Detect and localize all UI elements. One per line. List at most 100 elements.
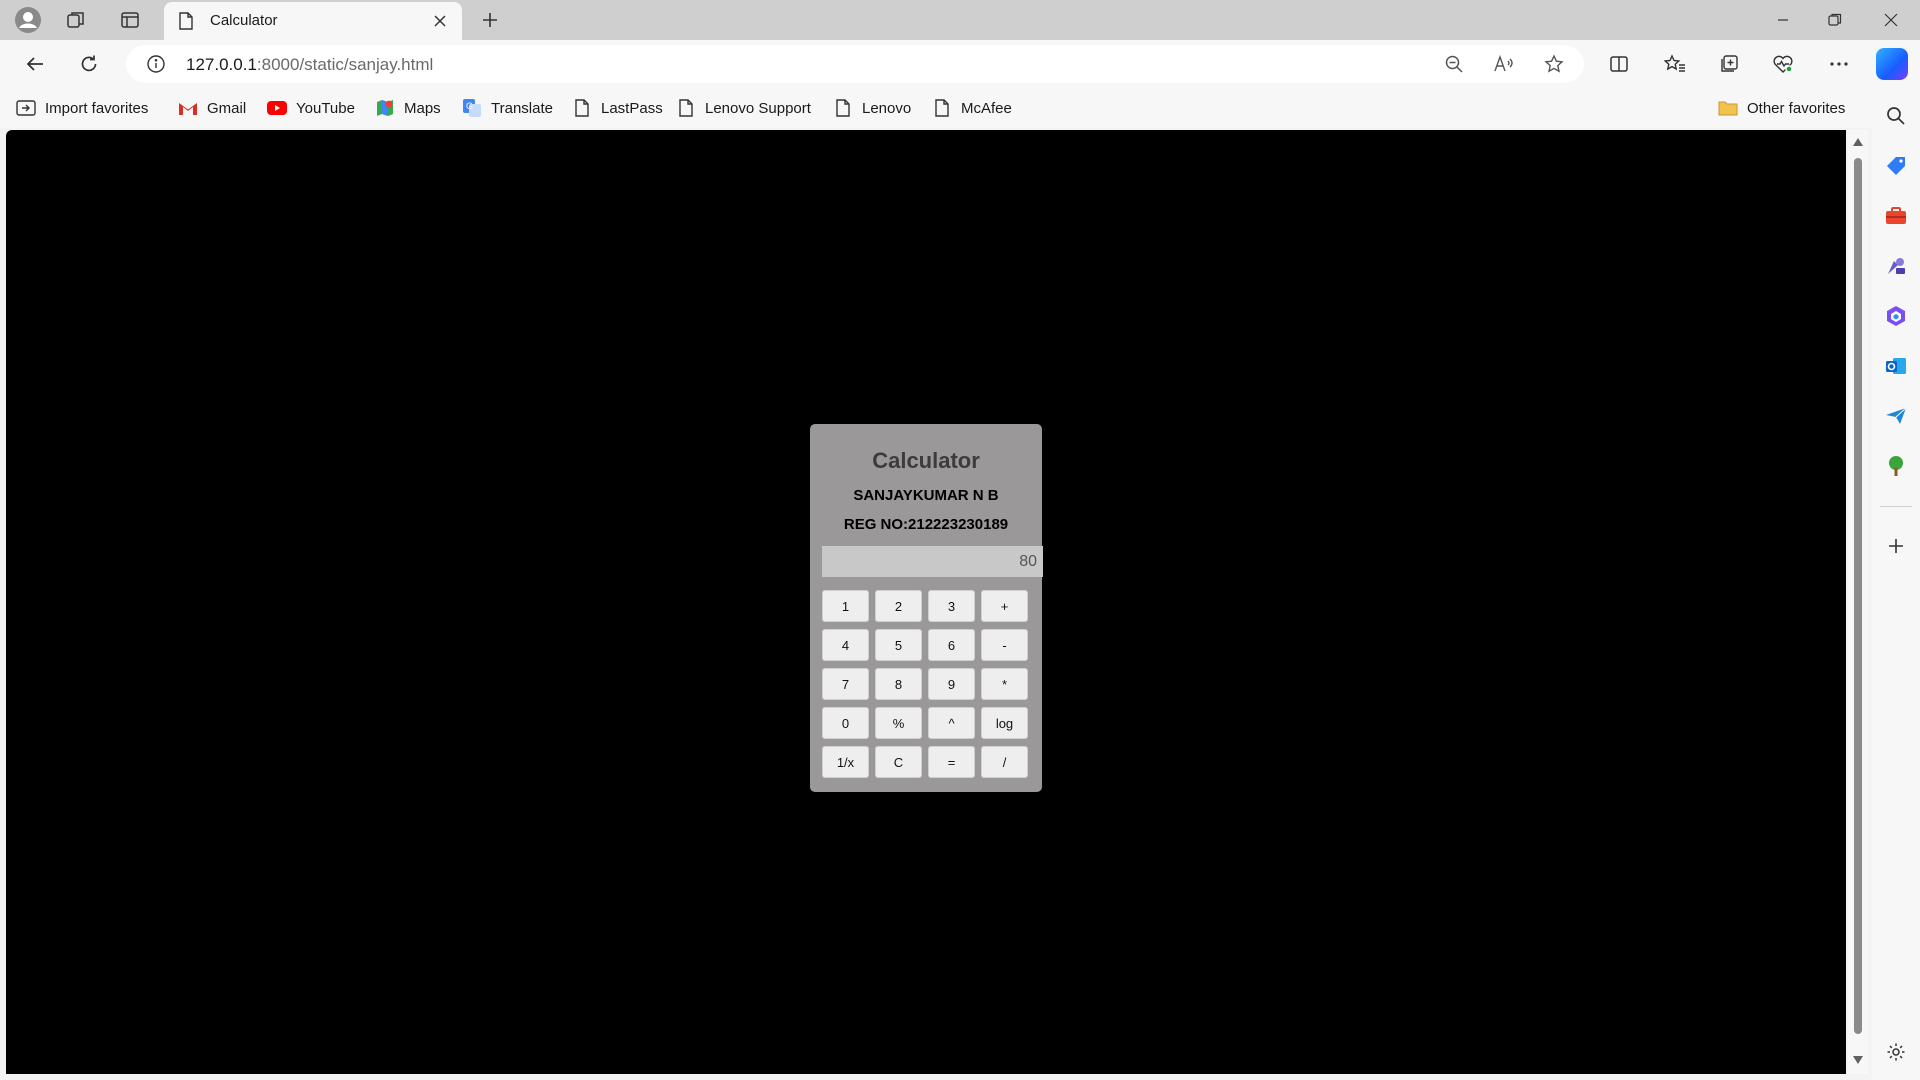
key-log[interactable]: log xyxy=(981,707,1028,739)
vertical-tabs-icon[interactable] xyxy=(114,4,146,36)
key-percent[interactable]: % xyxy=(875,707,922,739)
favorite-label: Maps xyxy=(404,99,441,117)
favorite-maps[interactable]: Maps xyxy=(375,96,441,120)
page-icon xyxy=(932,98,952,118)
calculator-title: Calculator xyxy=(872,448,980,473)
key-power[interactable]: ^ xyxy=(928,707,975,739)
scroll-down-arrow-icon[interactable] xyxy=(1853,1056,1863,1064)
outlook-icon[interactable] xyxy=(1882,352,1910,380)
settings-gear-icon[interactable] xyxy=(1882,1038,1910,1066)
add-icon[interactable] xyxy=(1882,532,1910,560)
zoom-out-icon[interactable] xyxy=(1438,49,1470,79)
restore-button[interactable] xyxy=(1806,0,1864,40)
key-add[interactable]: + xyxy=(981,590,1028,622)
key-0[interactable]: 0 xyxy=(822,707,869,739)
favorite-label: LastPass xyxy=(601,99,663,117)
key-8[interactable]: 8 xyxy=(875,668,922,700)
favorite-label: Translate xyxy=(491,99,553,117)
key-9[interactable]: 9 xyxy=(928,668,975,700)
folder-icon xyxy=(1718,98,1738,118)
profile-icon[interactable] xyxy=(12,4,44,36)
site-info-icon[interactable] xyxy=(146,54,166,79)
key-clear[interactable]: C xyxy=(875,746,922,778)
title-bar: Calculator xyxy=(0,0,1920,40)
favorite-label: Lenovo Support xyxy=(705,99,811,117)
favorite-star-icon[interactable] xyxy=(1538,49,1570,79)
translate-icon: G xyxy=(462,98,482,118)
active-tab[interactable]: Calculator xyxy=(164,2,462,40)
scroll-up-arrow-icon[interactable] xyxy=(1853,138,1863,146)
favorite-label: YouTube xyxy=(296,99,355,117)
key-5[interactable]: 5 xyxy=(875,629,922,661)
tools-icon[interactable] xyxy=(1882,202,1910,230)
copilot-icon[interactable] xyxy=(1876,48,1908,80)
key-3[interactable]: 3 xyxy=(928,590,975,622)
calculator: Calculator SANJAYKUMAR N B REG NO:212223… xyxy=(810,424,1043,792)
page-icon xyxy=(178,12,194,35)
edge-sidebar xyxy=(1872,88,1920,1080)
favorite-lenovo[interactable]: Lenovo xyxy=(833,96,911,120)
tree-icon[interactable] xyxy=(1882,452,1910,480)
address-bar[interactable]: 127.0.0.1:8000/static/sanjay.html xyxy=(126,45,1584,83)
read-aloud-icon[interactable] xyxy=(1488,49,1520,79)
refresh-button[interactable] xyxy=(72,48,106,80)
favorite-gmail[interactable]: Gmail xyxy=(178,96,246,120)
student-name: SANJAYKUMAR N B xyxy=(853,487,999,504)
key-2[interactable]: 2 xyxy=(875,590,922,622)
key-6[interactable]: 6 xyxy=(928,629,975,661)
key-7[interactable]: 7 xyxy=(822,668,869,700)
new-tab-button[interactable] xyxy=(474,4,506,36)
maps-icon xyxy=(375,98,395,118)
close-window-button[interactable] xyxy=(1862,0,1920,40)
search-icon[interactable] xyxy=(1882,102,1910,130)
other-favorites[interactable]: Other favorites xyxy=(1718,96,1845,120)
microsoft-365-icon[interactable] xyxy=(1882,302,1910,330)
navigation-bar: 127.0.0.1:8000/static/sanjay.html xyxy=(0,40,1920,88)
registration-number: REG NO:212223230189 xyxy=(843,516,1009,533)
favorites-icon[interactable] xyxy=(1658,48,1692,80)
url-path: :8000/static/sanjay.html xyxy=(256,55,434,74)
send-icon[interactable] xyxy=(1882,402,1910,430)
svg-text:G: G xyxy=(466,101,473,111)
favorite-mcafee[interactable]: McAfee xyxy=(932,96,1012,120)
page-icon xyxy=(676,98,696,118)
import-icon xyxy=(16,98,36,118)
split-screen-icon[interactable] xyxy=(1602,48,1636,80)
more-options-icon[interactable] xyxy=(1822,48,1856,80)
games-icon[interactable] xyxy=(1882,252,1910,280)
url-host: 127.0.0.1 xyxy=(186,55,257,74)
favorite-lastpass[interactable]: LastPass xyxy=(572,96,663,120)
youtube-icon xyxy=(267,98,287,118)
page-icon xyxy=(833,98,853,118)
key-equals[interactable]: = xyxy=(928,746,975,778)
tab-title: Calculator xyxy=(210,12,278,29)
key-1[interactable]: 1 xyxy=(822,590,869,622)
favorite-youtube[interactable]: YouTube xyxy=(267,96,355,120)
shopping-tag-icon[interactable] xyxy=(1882,152,1910,180)
url-text[interactable]: 127.0.0.1:8000/static/sanjay.html xyxy=(186,55,433,75)
favorite-translate[interactable]: G Translate xyxy=(462,96,553,120)
collections-icon[interactable] xyxy=(1712,48,1746,80)
gmail-icon xyxy=(178,98,198,118)
favorite-import[interactable]: Import favorites xyxy=(16,96,148,120)
calculator-display[interactable] xyxy=(822,546,1043,577)
page-scrollbar[interactable] xyxy=(1848,130,1868,1074)
favorite-label: Import favorites xyxy=(45,99,149,117)
key-subtract[interactable]: - xyxy=(981,629,1028,661)
favorite-label: Gmail xyxy=(207,99,247,117)
key-divide[interactable]: / xyxy=(981,746,1028,778)
browser-essentials-icon[interactable] xyxy=(1766,48,1800,80)
sidebar-divider xyxy=(1880,506,1912,507)
favorite-label: Lenovo xyxy=(862,99,912,117)
minimize-button[interactable] xyxy=(1754,0,1812,40)
favorite-lenovo-support[interactable]: Lenovo Support xyxy=(676,96,811,120)
keypad: 1 2 3 + 4 5 6 - 7 8 9 * 0 % ^ log 1/x C … xyxy=(822,590,1034,778)
key-reciprocal[interactable]: 1/x xyxy=(822,746,869,778)
key-4[interactable]: 4 xyxy=(822,629,869,661)
scrollbar-thumb[interactable] xyxy=(1854,158,1862,1034)
favorites-bar: Import favorites Gmail YouTube Maps G Tr… xyxy=(0,88,1880,128)
close-tab-icon[interactable] xyxy=(430,11,450,31)
key-multiply[interactable]: * xyxy=(981,668,1028,700)
workspaces-icon[interactable] xyxy=(60,4,92,36)
back-button[interactable] xyxy=(18,48,52,80)
